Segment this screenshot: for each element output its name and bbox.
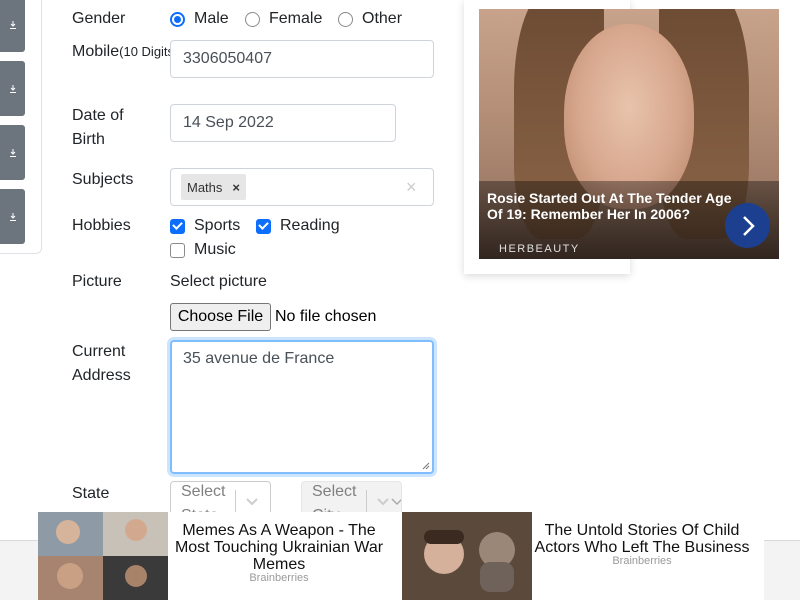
- gender-radio-female[interactable]: Female: [245, 7, 322, 31]
- mobile-label-text: Mobile: [72, 43, 120, 60]
- hobby-label: Music: [194, 241, 236, 258]
- ad-title[interactable]: Rosie Started Out At The Tender Age Of 1…: [487, 190, 737, 222]
- dob-value: 14 Sep 2022: [183, 114, 274, 131]
- gender-option-label: Other: [362, 10, 403, 27]
- address-label: Current Address: [72, 340, 131, 388]
- subject-chip: Maths ×: [181, 174, 246, 200]
- checkbox-checked-icon: [256, 218, 271, 234]
- gender-radio-male[interactable]: Male: [170, 7, 229, 31]
- download-icon: [9, 84, 16, 93]
- file-status: No file chosen: [275, 308, 377, 325]
- address-value: 35 avenue de France: [183, 350, 335, 367]
- hobby-checkbox-sports[interactable]: Sports: [170, 214, 240, 238]
- sidebar-download-button-2[interactable]: [0, 61, 25, 116]
- chevron-down-icon: [246, 498, 258, 506]
- gender-option-label: Female: [269, 10, 323, 27]
- state-label: State: [72, 485, 110, 502]
- hobby-checkbox-music[interactable]: Music: [170, 238, 236, 262]
- resize-handle-icon[interactable]: [422, 462, 430, 470]
- hobby-label: Sports: [194, 217, 241, 234]
- subjects-label: Subjects: [72, 171, 134, 188]
- mobile-label: Mobile(10 Digits): [72, 40, 178, 64]
- chevron-right-icon: [742, 215, 755, 236]
- bottom-ad-1-source: Brainberries: [249, 572, 309, 584]
- sidebar-download-button-1[interactable]: [0, 0, 25, 52]
- bottom-ad-1-title[interactable]: Memes As A Weapon - The Most Touching Uk…: [172, 522, 386, 573]
- checkbox-checked-icon: [170, 218, 185, 234]
- clear-subjects-icon[interactable]: ×: [406, 175, 417, 199]
- download-icon: [9, 212, 16, 221]
- ad-thumbnail: [38, 512, 168, 600]
- bottom-ad-2-source: Brainberries: [612, 555, 672, 567]
- bottom-ad-1[interactable]: Memes As A Weapon - The Most Touching Uk…: [38, 512, 402, 600]
- dob-label-line1: Date of: [72, 107, 124, 124]
- current-address-textarea[interactable]: 35 avenue de France: [170, 340, 434, 474]
- sidebar-download-button-3[interactable]: [0, 125, 25, 180]
- checkbox-icon: [170, 242, 185, 258]
- remove-chip-icon[interactable]: ×: [232, 180, 240, 195]
- dob-label-line2: Birth: [72, 131, 105, 148]
- picture-label: Picture: [72, 273, 122, 290]
- ad-next-button[interactable]: [725, 203, 770, 248]
- gender-option-label: Male: [194, 10, 229, 27]
- subject-chip-label: Maths: [187, 179, 223, 195]
- address-label-line2: Address: [72, 367, 131, 384]
- ad-thumbnail: [402, 512, 532, 600]
- select-picture-caption: Select picture: [170, 273, 267, 290]
- gender-label: Gender: [72, 10, 126, 27]
- sidebar-download-button-4[interactable]: [0, 189, 25, 244]
- chevron-down-icon: [391, 498, 401, 506]
- gender-radio-other[interactable]: Other: [338, 7, 402, 31]
- radio-icon: [245, 11, 260, 27]
- download-icon: [9, 148, 16, 157]
- hobby-label: Reading: [280, 217, 340, 234]
- chevron-down-icon: [377, 498, 389, 506]
- mobile-input[interactable]: 3306050407: [170, 40, 434, 78]
- address-label-line1: Current: [72, 343, 126, 360]
- download-icon: [9, 20, 16, 29]
- choose-file-button[interactable]: Choose File: [170, 303, 271, 331]
- bottom-ad-2[interactable]: The Untold Stories Of Child Actors Who L…: [402, 512, 764, 600]
- hobby-checkbox-reading[interactable]: Reading: [256, 214, 340, 238]
- radio-selected-icon: [170, 11, 185, 27]
- dob-label: Date of Birth: [72, 104, 124, 152]
- hobbies-label: Hobbies: [72, 217, 131, 234]
- mobile-value: 3306050407: [183, 50, 272, 67]
- date-of-birth-input[interactable]: 14 Sep 2022: [170, 104, 396, 142]
- bottom-ad-2-title[interactable]: The Untold Stories Of Child Actors Who L…: [532, 522, 752, 556]
- radio-icon: [338, 11, 353, 27]
- ad-brand: HERBEAUTY: [499, 243, 580, 255]
